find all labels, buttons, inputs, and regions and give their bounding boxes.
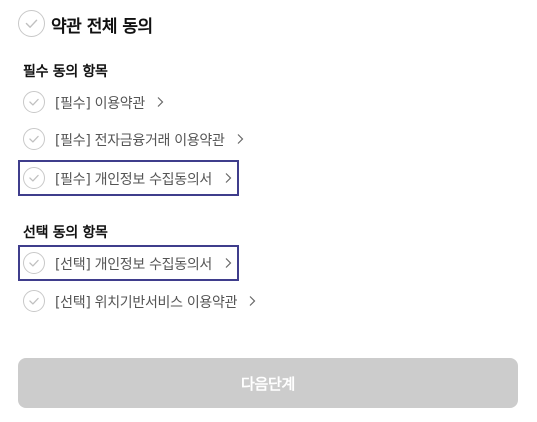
item-label: [필수] 전자금융거래 이용약관 (55, 133, 225, 149)
item-label: [필수] 개인정보 수집동의서 (55, 172, 213, 188)
chevron-right-icon[interactable] (235, 133, 245, 145)
optional-location-terms-item[interactable]: [선택] 위치기반서비스 이용약관 (18, 284, 268, 320)
optional-privacy-consent-item[interactable]: [선택] 개인정보 수집동의서 (18, 245, 239, 281)
check-icon[interactable] (23, 91, 45, 113)
chevron-right-icon[interactable] (223, 257, 233, 269)
required-section-title: 필수 동의 항목 (23, 64, 108, 80)
check-icon[interactable] (23, 128, 45, 150)
item-label: [선택] 개인정보 수집동의서 (55, 257, 213, 273)
check-icon (18, 10, 45, 37)
next-step-button[interactable]: 다음단계 (18, 358, 518, 408)
required-efinance-terms-item[interactable]: [필수] 전자금융거래 이용약관 (18, 122, 258, 158)
required-terms-item[interactable]: [필수] 이용약관 (18, 85, 178, 121)
item-label: [필수] 이용약관 (55, 96, 145, 112)
optional-section-title: 선택 동의 항목 (23, 225, 108, 241)
chevron-right-icon[interactable] (223, 172, 233, 184)
chevron-right-icon[interactable] (155, 96, 165, 108)
required-privacy-consent-item[interactable]: [필수] 개인정보 수집동의서 (18, 160, 239, 196)
all-agree-label: 약관 전체 동의 (51, 17, 153, 37)
check-icon[interactable] (23, 252, 45, 274)
check-icon[interactable] (23, 167, 45, 189)
all-agree-checkbox[interactable]: 약관 전체 동의 (18, 10, 318, 38)
chevron-right-icon[interactable] (247, 295, 257, 307)
item-label: [선택] 위치기반서비스 이용약관 (55, 295, 238, 311)
check-icon[interactable] (23, 290, 45, 312)
